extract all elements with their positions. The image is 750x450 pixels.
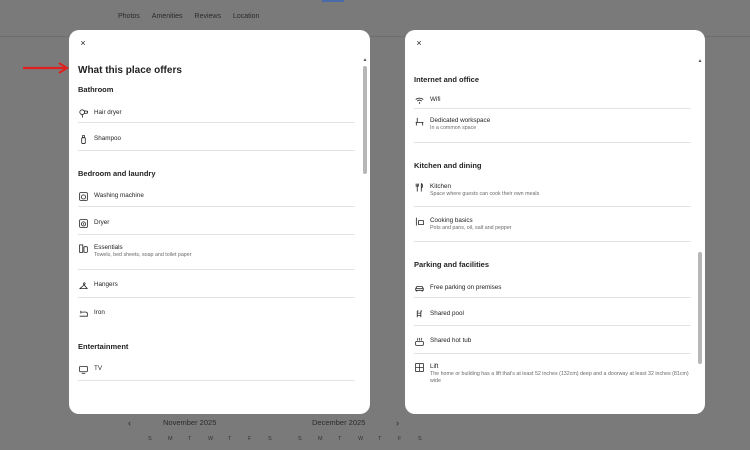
amenity-cooking-basics: Cooking basics Pots and pans, oil, salt … xyxy=(414,207,691,241)
amenity-name: Washing machine xyxy=(94,192,144,199)
amenity-name: Shampoo xyxy=(94,135,121,142)
weekday: M xyxy=(168,436,173,442)
weekday: M xyxy=(318,436,323,442)
hanger-icon xyxy=(78,280,88,290)
amenity-name: Free parking on premises xyxy=(430,284,502,291)
amenity-shared-pool: Shared pool xyxy=(414,298,691,326)
amenity-description: Space where guests can cook their own me… xyxy=(430,191,540,197)
listing-nav: Photos Amenities Reviews Location xyxy=(118,13,259,20)
amenity-hair-dryer: Hair dryer xyxy=(78,95,355,123)
close-icon[interactable]: × xyxy=(413,37,425,49)
amenity-name: Iron xyxy=(94,309,105,316)
hot-tub-icon xyxy=(414,336,424,346)
amenities-modal-left: × ▲ What this place offers Bathroom Hair… xyxy=(69,30,370,414)
amenity-name: Dedicated workspace xyxy=(430,117,491,124)
amenity-name: Cooking basics xyxy=(430,217,473,224)
weekday: F xyxy=(248,436,252,442)
weekday-row-1: S M T W T F S xyxy=(148,436,288,442)
dryer-icon xyxy=(78,218,88,228)
scroll-up-icon[interactable]: ▲ xyxy=(697,58,703,64)
section-title-internet-office: Internet and office xyxy=(414,75,480,84)
amenity-name: TV xyxy=(94,365,103,372)
amenity-description: Towels, bed sheets, soap and toilet pape… xyxy=(94,252,192,258)
close-icon[interactable]: × xyxy=(77,37,89,49)
weekday: S xyxy=(268,436,272,442)
modal-content: Internet and office Wifi Dedicated works… xyxy=(414,75,691,390)
section-title-entertainment: Entertainment xyxy=(78,342,129,351)
amenity-description: In a common space xyxy=(430,125,477,131)
amenity-name: Essentials xyxy=(94,244,123,251)
scrollbar-thumb[interactable] xyxy=(698,252,702,364)
amenity-description: The home or building has a lift that's a… xyxy=(430,371,689,384)
section-title-kitchen-dining: Kitchen and dining xyxy=(414,161,482,170)
section-title-bathroom: Bathroom xyxy=(78,85,114,94)
modal-title: What this place offers xyxy=(78,65,182,76)
wifi-icon xyxy=(414,95,424,105)
amenity-name: Hangers xyxy=(94,281,118,288)
amenity-shampoo: Shampoo xyxy=(78,123,355,151)
weekday: T xyxy=(338,436,342,442)
weekday: W xyxy=(358,436,364,442)
car-icon xyxy=(414,283,424,293)
weekday: T xyxy=(378,436,382,442)
amenity-free-parking: Free parking on premises xyxy=(414,270,691,298)
washing-machine-icon xyxy=(78,191,88,201)
weekday: W xyxy=(208,436,214,442)
amenity-name: Hair dryer xyxy=(94,109,122,116)
iron-icon xyxy=(78,308,88,318)
kitchen-icon xyxy=(414,182,424,192)
hair-dryer-icon xyxy=(78,108,88,118)
amenity-wifi: Wifi xyxy=(414,85,691,109)
section-divider xyxy=(414,241,691,242)
weekday: S xyxy=(298,436,302,442)
amenity-name: Lift xyxy=(430,363,439,370)
amenity-description: Pots and pans, oil, salt and pepper xyxy=(430,225,512,231)
amenity-essentials: Essentials Towels, bed sheets, soap and … xyxy=(78,235,355,270)
cooking-basics-icon xyxy=(414,216,424,226)
weekday: F xyxy=(398,436,402,442)
amenity-name: Shared pool xyxy=(430,310,464,317)
amenity-washing-machine: Washing machine xyxy=(78,179,355,207)
amenity-dedicated-workspace: Dedicated workspace In a common space xyxy=(414,109,691,143)
section-title-parking-facilities: Parking and facilities xyxy=(414,260,490,269)
amenity-lift: Lift The home or building has a lift tha… xyxy=(414,354,691,390)
nav-location[interactable]: Location xyxy=(233,13,259,20)
amenity-name: Shared hot tub xyxy=(430,337,472,344)
red-arrow-icon xyxy=(23,62,70,74)
nav-photos[interactable]: Photos xyxy=(118,13,140,20)
top-accent-bar xyxy=(322,0,344,2)
amenity-hangers: Hangers xyxy=(78,270,355,298)
amenity-dryer: Dryer xyxy=(78,207,355,235)
weekday: S xyxy=(418,436,422,442)
lift-icon xyxy=(414,362,424,372)
weekday: T xyxy=(188,436,192,442)
calendar: ‹ November 2025 December 2025 › S M T W … xyxy=(120,412,422,450)
chevron-right-icon[interactable]: › xyxy=(396,418,399,428)
essentials-icon xyxy=(78,243,88,253)
tv-icon xyxy=(78,364,88,374)
amenity-name: Kitchen xyxy=(430,183,452,190)
weekday-row-2: S M T W T F S xyxy=(298,436,438,442)
chevron-left-icon[interactable]: ‹ xyxy=(128,418,131,428)
calendar-month-1: November 2025 xyxy=(163,418,217,427)
weekday: T xyxy=(228,436,232,442)
section-title-bedroom-laundry: Bedroom and laundry xyxy=(78,169,156,178)
amenity-iron: Iron xyxy=(78,298,355,326)
calendar-month-2: December 2025 xyxy=(312,418,366,427)
amenity-tv: TV xyxy=(78,352,355,381)
weekday: S xyxy=(148,436,152,442)
nav-reviews[interactable]: Reviews xyxy=(195,13,221,20)
pool-icon xyxy=(414,309,424,319)
nav-amenities[interactable]: Amenities xyxy=(152,13,183,20)
amenity-shared-hot-tub: Shared hot tub xyxy=(414,326,691,354)
amenity-name: Dryer xyxy=(94,219,110,226)
amenity-kitchen: Kitchen Space where guests can cook thei… xyxy=(414,171,691,207)
scrollbar-thumb[interactable] xyxy=(363,66,367,174)
shampoo-icon xyxy=(78,134,88,144)
modal-content: What this place offers Bathroom Hair dry… xyxy=(78,63,355,381)
workspace-icon xyxy=(414,116,424,126)
amenities-modal-right: × ▲ Internet and office Wifi Dedicated w… xyxy=(405,30,705,414)
scroll-up-icon[interactable]: ▲ xyxy=(362,57,368,63)
amenity-name: Wifi xyxy=(430,96,441,103)
